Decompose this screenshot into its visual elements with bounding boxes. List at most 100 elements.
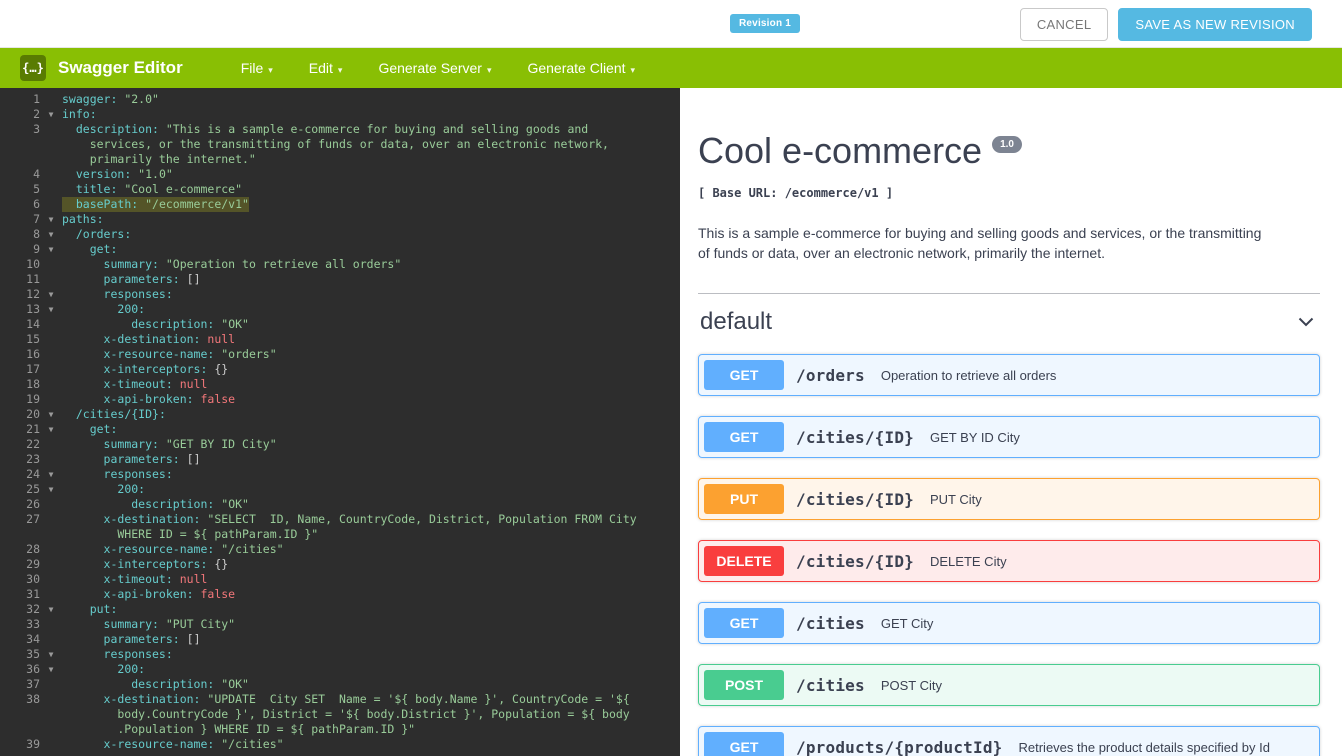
editor-line[interactable]: 12 ▼ responses: (0, 287, 680, 302)
editor-line[interactable]: 26 description: "OK" (0, 497, 680, 512)
editor-line[interactable]: 1 swagger: "2.0" (0, 92, 680, 107)
menu-generate-client[interactable]: Generate Client ▾ (527, 60, 635, 76)
line-number: 3 (33, 122, 40, 136)
fold-toggle-icon[interactable]: ▼ (40, 212, 62, 227)
chevron-down-icon[interactable] (1296, 312, 1316, 332)
line-number: 23 (26, 452, 40, 466)
operation-path: /products/{productId} (796, 737, 1003, 756)
editor-gutter: 10 (0, 257, 62, 272)
editor-line[interactable]: 34 parameters: [] (0, 632, 680, 647)
operation-row-delete[interactable]: DELETE/cities/{ID} DELETE City (698, 540, 1320, 583)
editor-line[interactable]: 30 x-timeout: null (0, 572, 680, 587)
line-number: 36 (26, 662, 40, 676)
editor-line[interactable]: 33 summary: "PUT City" (0, 617, 680, 632)
editor-gutter: 15 (0, 332, 62, 347)
line-number: 8 (33, 227, 40, 241)
editor-line[interactable]: 35 ▼ responses: (0, 647, 680, 662)
code-text: description: "OK" (131, 677, 249, 691)
save-as-new-revision-button[interactable]: SAVE AS NEW REVISION (1118, 8, 1312, 41)
api-version-badge: 1.0 (992, 136, 1022, 153)
editor-line[interactable]: 13 ▼ 200: (0, 302, 680, 317)
line-number: 31 (26, 587, 40, 601)
editor-line[interactable]: WHERE ID = ${ pathParam.ID }" (0, 527, 680, 542)
editor-line[interactable]: 2 ▼ info: (0, 107, 680, 122)
editor-gutter (0, 722, 62, 737)
editor-line[interactable]: 5 title: "Cool e-commerce" (0, 182, 680, 197)
operation-row-put[interactable]: PUT/cities/{ID} PUT City (698, 478, 1320, 521)
editor-line[interactable]: 19 x-api-broken: false (0, 392, 680, 407)
fold-toggle-icon[interactable]: ▼ (40, 662, 62, 677)
fold-toggle-icon[interactable]: ▼ (40, 242, 62, 257)
fold-toggle-icon[interactable]: ▼ (40, 407, 62, 422)
cancel-button[interactable]: CANCEL (1019, 8, 1109, 41)
operation-row-get[interactable]: GET/cities/{ID} GET BY ID City (698, 416, 1320, 459)
code-text: x-destination: null (103, 332, 236, 346)
editor-line[interactable]: 15 x-destination: null (0, 332, 680, 347)
editor-line[interactable]: 27 x-destination: "SELECT ID, Name, Coun… (0, 512, 680, 527)
fold-toggle-icon[interactable]: ▼ (40, 227, 62, 242)
editor-line[interactable]: 4 version: "1.0" (0, 167, 680, 182)
editor-line[interactable]: 6 basePath: "/ecommerce/v1" (0, 197, 680, 212)
editor-line[interactable]: 8 ▼ /orders: (0, 227, 680, 242)
editor-line[interactable]: 17 x-interceptors: {} (0, 362, 680, 377)
fold-toggle-icon[interactable]: ▼ (40, 422, 62, 437)
fold-toggle-icon[interactable]: ▼ (40, 482, 62, 497)
editor-line[interactable]: 39 x-resource-name: "/cities" (0, 737, 680, 752)
editor-line[interactable]: 10 summary: "Operation to retrieve all o… (0, 257, 680, 272)
editor-line[interactable]: 7 ▼ paths: (0, 212, 680, 227)
editor-line[interactable]: 9 ▼ get: (0, 242, 680, 257)
editor-line[interactable]: 28 x-resource-name: "/cities" (0, 542, 680, 557)
editor-line[interactable]: primarily the internet." (0, 152, 680, 167)
caret-down-icon: ▾ (337, 65, 343, 75)
code-text: 200: (117, 482, 146, 496)
editor-line[interactable]: services, or the transmitting of funds o… (0, 137, 680, 152)
editor-line[interactable]: 23 parameters: [] (0, 452, 680, 467)
editor-line[interactable]: 38 x-destination: "UPDATE City SET Name … (0, 692, 680, 707)
operation-summary: Operation to retrieve all orders (880, 367, 1057, 383)
editor-line[interactable]: 25 ▼ 200: (0, 482, 680, 497)
method-badge: POST (704, 670, 784, 701)
operation-row-post[interactable]: POST/cities POST City (698, 664, 1320, 707)
fold-toggle-icon[interactable]: ▼ (40, 302, 62, 317)
menu-label: Edit (308, 60, 333, 76)
fold-toggle-icon[interactable]: ▼ (40, 647, 62, 662)
code-text: x-resource-name: "orders" (103, 347, 277, 361)
fold-toggle-icon[interactable]: ▼ (40, 602, 62, 617)
editor-line[interactable]: 20 ▼ /cities/{ID}: (0, 407, 680, 422)
menu-generate-server[interactable]: Generate Server ▾ (378, 60, 491, 76)
editor-line[interactable]: 32 ▼ put: (0, 602, 680, 617)
editor-line[interactable]: .Population } WHERE ID = ${ pathParam.ID… (0, 722, 680, 737)
editor-line[interactable]: 3 description: "This is a sample e-comme… (0, 122, 680, 137)
editor-line[interactable]: 11 parameters: [] (0, 272, 680, 287)
operation-row-get[interactable]: GET/products/{productId} Retrieves the pr… (698, 726, 1320, 756)
operation-row-get[interactable]: GET/orders Operation to retrieve all orde… (698, 354, 1320, 397)
fold-toggle-icon[interactable]: ▼ (40, 467, 62, 482)
line-number: 11 (26, 272, 40, 286)
editor-line[interactable]: 24 ▼ responses: (0, 467, 680, 482)
yaml-editor[interactable]: 1 swagger: "2.0" 2 ▼ info: 3 description: "Th… (0, 88, 680, 756)
editor-line[interactable]: body.CountryCode }', District = '${ body… (0, 707, 680, 722)
menu-file[interactable]: File ▾ (241, 60, 273, 76)
editor-line[interactable]: 29 x-interceptors: {} (0, 557, 680, 572)
operation-row-get[interactable]: GET/cities GET City (698, 602, 1320, 645)
tag-section-default[interactable]: default (698, 293, 1320, 348)
editor-gutter: 12 ▼ (0, 287, 62, 302)
menu-edit[interactable]: Edit ▾ (309, 60, 343, 76)
editor-line[interactable]: 21 ▼ get: (0, 422, 680, 437)
editor-line[interactable]: 14 description: "OK" (0, 317, 680, 332)
editor-line[interactable]: 37 description: "OK" (0, 677, 680, 692)
line-number: 18 (26, 377, 40, 391)
code-text: WHERE ID = ${ pathParam.ID }" (62, 527, 319, 541)
editor-line[interactable]: 31 x-api-broken: false (0, 587, 680, 602)
code-text: responses: (103, 647, 173, 661)
editor-line[interactable]: 36 ▼ 200: (0, 662, 680, 677)
editor-line[interactable]: 22 summary: "GET BY ID City" (0, 437, 680, 452)
editor-line[interactable]: 16 x-resource-name: "orders" (0, 347, 680, 362)
editor-line[interactable]: 18 x-timeout: null (0, 377, 680, 392)
fold-toggle-icon[interactable]: ▼ (40, 107, 62, 122)
fold-toggle-icon[interactable]: ▼ (40, 287, 62, 302)
